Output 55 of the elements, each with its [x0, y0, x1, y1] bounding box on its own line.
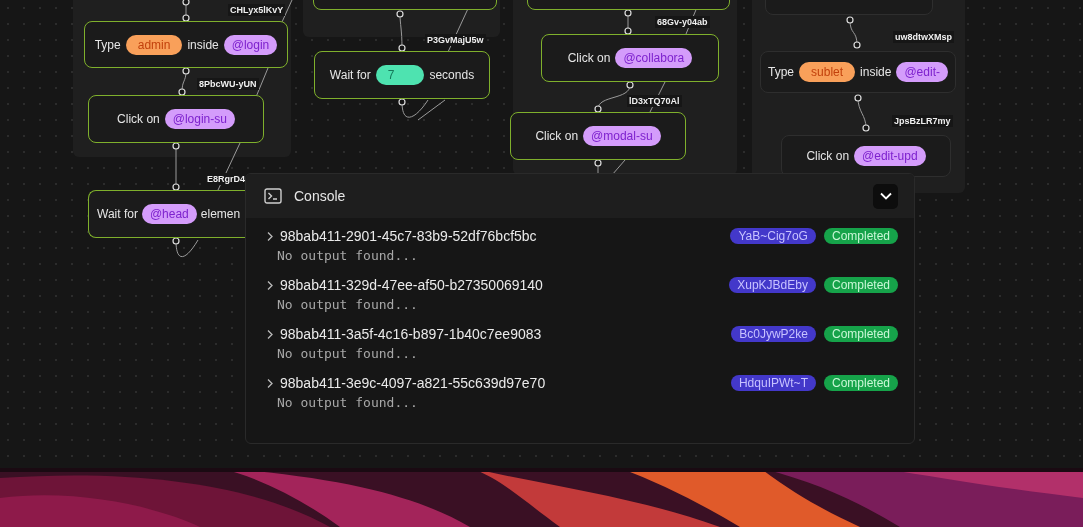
- node-text: elemen: [200, 207, 241, 221]
- status-badge: Completed: [823, 326, 898, 342]
- status-badge: Completed: [823, 228, 898, 244]
- run-output: No output found...: [277, 248, 419, 263]
- node-text: Click on: [535, 129, 579, 143]
- selector-pill: @login: [223, 34, 278, 55]
- run-output: No output found...: [277, 297, 419, 312]
- flow-node[interactable]: Click on @collabora: [541, 34, 719, 82]
- selector-pill: @edit-: [896, 62, 948, 82]
- node-text: inside: [860, 65, 892, 79]
- run-id[interactable]: 98bab411-3e9c-4097-a821-55c639d97e70: [280, 375, 725, 391]
- console-title: Console: [294, 188, 347, 204]
- run-tag: HdquIPWt~T: [730, 375, 816, 391]
- text-pill: sublet: [799, 62, 856, 82]
- selector-pill: @edit-upd: [854, 146, 926, 166]
- flow-node[interactable]: Type sublet inside @edit-: [760, 51, 956, 93]
- edge-label: P3GvMajU5w: [425, 34, 486, 46]
- selector-pill: @modal-su: [583, 126, 661, 146]
- node-text: Type: [768, 65, 795, 79]
- node-text: Wait for: [97, 207, 138, 221]
- run-id[interactable]: 98bab411-329d-47ee-af50-b27350069140: [280, 277, 724, 293]
- edge-label: uw8dtwXMsp: [893, 31, 954, 43]
- node-text: Click on: [117, 112, 160, 126]
- flow-node[interactable]: Type admin inside @login: [84, 21, 288, 68]
- edge-label: CHLyx5lKvY: [228, 4, 286, 16]
- node-text: seconds: [429, 68, 475, 82]
- node-text: inside: [187, 37, 219, 52]
- value-pill: 7: [375, 65, 425, 85]
- edge-label: 68Gv-y04ab: [655, 16, 710, 28]
- flow-node[interactable]: Click on @edit-upd: [781, 135, 951, 177]
- edge-label: E8RgrD4: [205, 173, 247, 185]
- flow-node[interactable]: Click on @login-su: [88, 95, 264, 143]
- run-id[interactable]: 98bab411-2901-45c7-83b9-52df76bcf5bc: [280, 228, 725, 244]
- flow-node[interactable]: Wait for 7 seconds: [314, 51, 490, 99]
- node-text: Wait for: [329, 68, 371, 82]
- run-id[interactable]: 98bab411-3a5f-4c16-b897-1b40c7ee9083: [280, 326, 726, 342]
- node-text: Click on: [806, 149, 850, 163]
- run-tag: YaB~Cig7oG: [730, 228, 816, 244]
- selector-pill: @head: [141, 204, 197, 224]
- text-pill: admin: [125, 34, 183, 55]
- node-text: Type: [94, 37, 121, 52]
- flow-node[interactable]: Wait for @head elemen: [88, 190, 245, 238]
- run-tag: XupKJBdEby: [729, 277, 816, 293]
- selector-pill: @collabora: [615, 48, 693, 68]
- edge-label: 8PbcWU-yUN: [197, 78, 259, 90]
- run-output: No output found...: [277, 346, 419, 361]
- edge-label: JpsBzLR7my: [892, 115, 953, 127]
- status-badge: Completed: [823, 375, 898, 391]
- status-badge: Completed: [823, 277, 898, 293]
- edge-label: lD3xTQ70Al: [627, 95, 682, 107]
- selector-pill: @login-su: [164, 109, 235, 129]
- run-tag: Bc0JywP2ke: [731, 326, 816, 342]
- run-output: No output found...: [277, 395, 419, 410]
- flow-node[interactable]: Click on @modal-su: [510, 112, 686, 160]
- node-text: Click on: [567, 51, 611, 65]
